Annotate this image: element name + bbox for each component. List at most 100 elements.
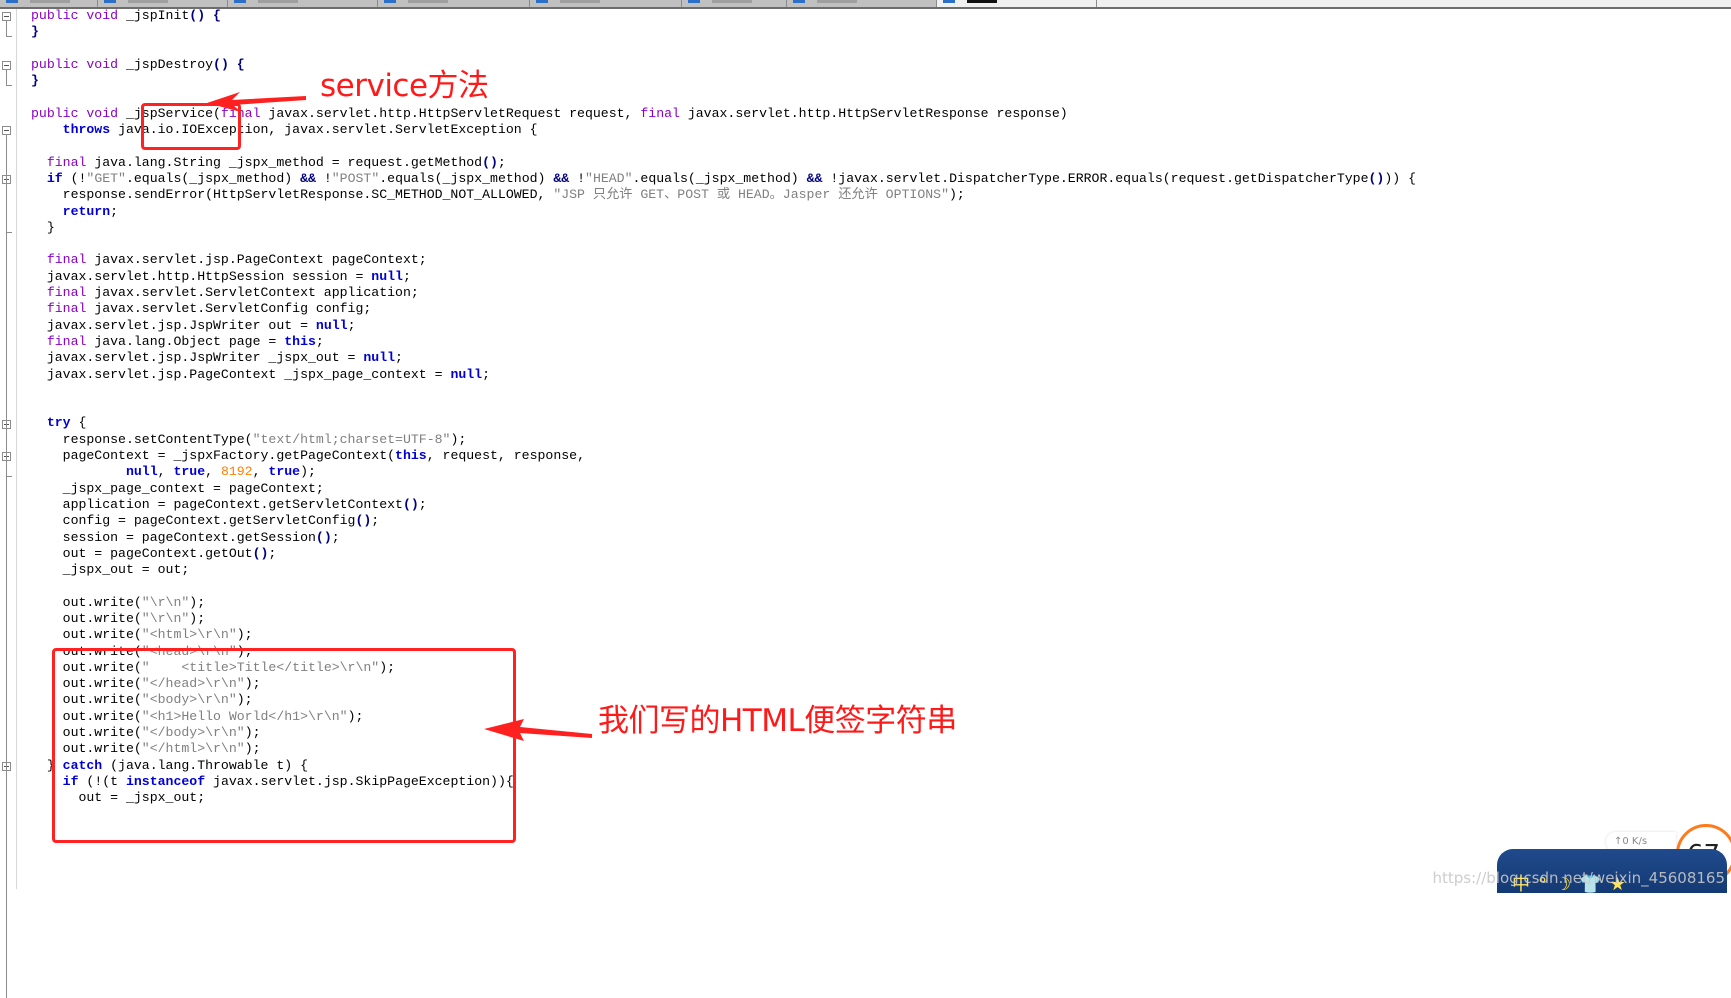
- editor-tab[interactable]: [530, 0, 682, 7]
- code-token: java.lang.Object page =: [94, 333, 285, 349]
- fold-range-line: [6, 21, 7, 37]
- fold-toggle-icon[interactable]: [2, 60, 11, 70]
- tab-label: [560, 0, 600, 3]
- editor-tab[interactable]: [787, 0, 937, 7]
- code-token: );: [189, 610, 206, 626]
- html-strings-label: 我们写的HTML便签字符串: [598, 703, 957, 739]
- code-token: &&: [806, 170, 831, 186]
- code-token: .equals(_jspx_method): [632, 170, 807, 186]
- tab-label: [408, 0, 448, 3]
- code-line: javax.servlet.jsp.JspWriter out = null;: [31, 318, 1416, 334]
- code-token: (): [315, 529, 332, 545]
- code-line: out.write("\r\n");: [31, 611, 1416, 627]
- code-token: (): [482, 154, 498, 170]
- code-token: !: [323, 170, 332, 186]
- code-token: }: [31, 219, 55, 235]
- code-token: out.write(: [31, 610, 142, 626]
- editor-tab[interactable]: [0, 0, 98, 7]
- code-token: "JSP 只允许 GET、POST 或 HEAD。Jasper 还允许 OPTI…: [553, 187, 949, 203]
- code-token: &&: [553, 170, 578, 186]
- fold-range-line: [6, 69, 7, 86]
- fold-range-line: [6, 135, 7, 998]
- code-line: public void _jspInit() {: [31, 8, 1416, 24]
- fold-end-marker: [6, 85, 12, 87]
- code-line: out = pageContext.getOut();: [31, 546, 1416, 562]
- code-token: final: [46, 285, 95, 301]
- code-token: null: [315, 317, 348, 333]
- code-line: final javax.servlet.ServletConfig config…: [31, 301, 1416, 317]
- editor-tab[interactable]: [682, 0, 787, 7]
- file-icon: [6, 0, 18, 3]
- code-line: public void _jspDestroy() {: [31, 57, 1416, 73]
- code-line: }: [31, 220, 1416, 236]
- code-token: ;: [347, 317, 356, 333]
- jspservice-highlight-box: [141, 103, 241, 150]
- html-strings-highlight-box: [52, 648, 516, 843]
- file-icon: [793, 0, 805, 3]
- code-token: javax.servlet.jsp.PageContext _jspx_page…: [31, 366, 451, 382]
- code-token: final: [46, 333, 95, 349]
- code-line: response.setContentType("text/html;chars…: [31, 432, 1416, 448]
- code-token: javax.servlet.jsp.PageContext pageContex…: [94, 252, 427, 268]
- code-token: final: [46, 252, 95, 268]
- code-line: out.write("<html>\r\n");: [31, 627, 1416, 643]
- watermark: https://blog.csdn.net/weixin_45608165: [1432, 869, 1725, 887]
- code-line: final java.lang.String _jspx_method = re…: [31, 155, 1416, 171]
- code-token: this: [284, 333, 316, 349]
- editor-tab[interactable]: [378, 0, 530, 7]
- code-token: null: [371, 268, 403, 284]
- code-token: null: [363, 350, 396, 366]
- code-token: );: [948, 187, 965, 203]
- code-token: .equals(_jspx_method): [125, 170, 301, 186]
- code-token: _jspx_page_context = pageContext;: [31, 480, 324, 496]
- code-token: , request, response,: [426, 448, 585, 464]
- code-line: application = pageContext.getServletCont…: [31, 497, 1416, 513]
- code-token: javax.servlet.ServletConfig config;: [94, 301, 372, 317]
- code-line: }: [31, 73, 1416, 89]
- editor-tab[interactable]: [937, 0, 1097, 7]
- code-token: out.write(: [31, 627, 142, 643]
- code-line: config = pageContext.getServletConfig();: [31, 513, 1416, 529]
- code-token: "\r\n": [141, 594, 190, 610]
- code-token: response.setContentType(: [31, 431, 253, 447]
- code-line: final java.lang.Object page = this;: [31, 334, 1416, 350]
- code-token: "\r\n": [141, 610, 190, 626]
- code-line: }: [31, 24, 1416, 40]
- code-token: );: [189, 594, 206, 610]
- editor-tab[interactable]: [98, 0, 228, 7]
- fold-toggle-icon[interactable]: [2, 12, 11, 21]
- code-token: final: [46, 154, 95, 170]
- file-icon: [104, 0, 116, 3]
- code-token: "GET": [86, 170, 126, 186]
- fold-gutter: [0, 9, 17, 998]
- code-token: !javax.servlet.DispatcherType.ERROR.equa…: [830, 170, 1369, 186]
- code-token: null: [450, 366, 483, 382]
- code-line: pageContext = _jspxFactory.getPageContex…: [31, 448, 1416, 464]
- code-token: _jspx_out = out;: [31, 562, 190, 578]
- editor-tab[interactable]: [228, 0, 378, 7]
- code-line: javax.servlet.http.HttpSession session =…: [31, 269, 1416, 285]
- code-token: public void: [31, 105, 126, 121]
- fold-end-marker: [6, 36, 12, 38]
- code-token: final: [640, 105, 688, 121]
- code-token: ,: [252, 464, 269, 480]
- code-line: try {: [31, 415, 1416, 431]
- fold-toggle-icon[interactable]: [2, 126, 11, 136]
- code-token: (): [1368, 170, 1385, 186]
- file-icon: [234, 0, 246, 3]
- code-token: ;: [482, 366, 491, 382]
- code-line: javax.servlet.jsp.PageContext _jspx_page…: [31, 367, 1416, 383]
- code-line: _jspx_page_context = pageContext;: [31, 481, 1416, 497]
- code-token: try: [46, 415, 79, 431]
- code-token: }: [31, 24, 39, 40]
- tab-label: [712, 0, 752, 3]
